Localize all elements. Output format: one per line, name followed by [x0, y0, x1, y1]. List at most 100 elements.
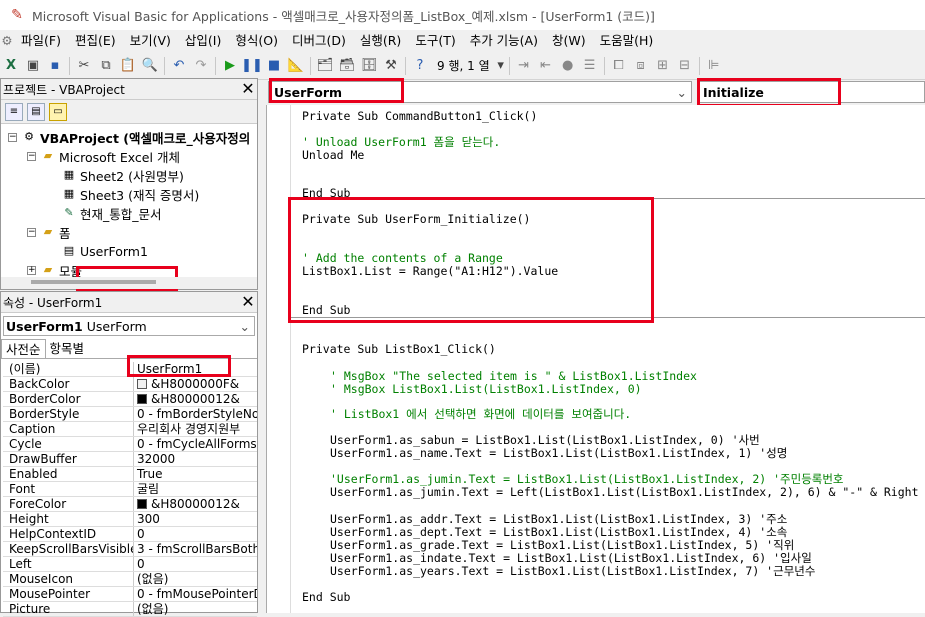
cut-icon[interactable]: ✂ [73, 55, 95, 77]
property-value[interactable]: &H80000012& [134, 392, 257, 406]
collapse-icon[interactable]: − [8, 133, 17, 142]
view-object-icon[interactable]: ▤ [27, 102, 45, 121]
tree-item-forms[interactable]: ▰ 폼 [40, 223, 71, 241]
property-row[interactable]: HelpContextID 0 [3, 527, 257, 542]
outdent-icon[interactable]: ⇤ [535, 55, 557, 77]
code-line[interactable]: Unload Me [302, 149, 364, 162]
property-row[interactable]: DrawBuffer 32000 [3, 452, 257, 467]
tree-item-sheet3[interactable]: ▦ Sheet3 (재직 증명서) [61, 185, 200, 203]
property-row[interactable]: Caption 우리회사 경영지원부 [3, 422, 257, 437]
reset-icon[interactable]: ■ [263, 55, 285, 77]
property-row[interactable]: MouseIcon (없음) [3, 572, 257, 587]
chevron-down-icon[interactable]: ⌄ [677, 85, 691, 100]
menu-tools[interactable]: 도구(T) [408, 30, 462, 51]
break-icon[interactable]: ❚❚ [241, 55, 263, 77]
align-icon[interactable]: ⊫ [703, 55, 725, 77]
menu-addins[interactable]: 추가 기능(A) [463, 30, 545, 51]
property-value[interactable]: 0 [134, 527, 257, 541]
property-row[interactable]: KeepScrollBarsVisible 3 - fmScrollBarsBot… [3, 542, 257, 557]
code-line[interactable]: UserForm1.as_name.Text = ListBox1.List(L… [330, 447, 787, 460]
tab-alphabetic[interactable]: 사전순 [1, 339, 46, 358]
toggle-folders-icon[interactable]: ▭ [49, 102, 67, 121]
scrollbar-thumb[interactable] [31, 280, 156, 284]
property-row[interactable]: Picture (없음) [3, 602, 257, 617]
property-value[interactable]: 0 [134, 557, 257, 571]
property-value[interactable]: &H8000000F& [134, 377, 257, 391]
code-comment[interactable]: ' MsgBox ListBox1.List(ListBox1.ListInde… [330, 383, 642, 396]
code-line[interactable]: Private Sub ListBox1_Click() [302, 343, 496, 356]
properties-window-icon[interactable]: 🗃 [336, 55, 358, 77]
paste-icon[interactable]: 📋 [117, 55, 139, 77]
view-code-icon[interactable]: ≡ [5, 102, 23, 121]
property-row[interactable]: Left 0 [3, 557, 257, 572]
save-icon[interactable]: ▪ [44, 55, 66, 77]
property-value[interactable]: 0 - fmMousePointerD [134, 587, 257, 601]
property-value[interactable]: 0 - fmBorderStyleNor [134, 407, 257, 421]
design-mode-icon[interactable]: 📐 [285, 55, 307, 77]
toggle-breakpoint-icon[interactable]: ● [557, 55, 579, 77]
code-line[interactable]: UserForm1.as_jumin.Text = Left(ListBox1.… [330, 486, 919, 499]
menu-format[interactable]: 형식(O) [228, 30, 285, 51]
property-row[interactable]: Enabled True [3, 467, 257, 482]
code-line[interactable]: End Sub [302, 591, 350, 604]
tree-item-excel-objects[interactable]: ▰ Microsoft Excel 개체 [40, 147, 180, 165]
tree-item-vbaproject[interactable]: ⚙ VBAProject (액셀매크로_사용자정의 [21, 128, 250, 146]
view-excel-icon[interactable]: X [0, 55, 22, 77]
tree-item-sheet2[interactable]: ▦ Sheet2 (사원명부) [61, 166, 184, 184]
code-window[interactable]: Private Sub CommandButton1_Click() ' Unl… [266, 105, 925, 613]
expand-icon[interactable]: + [27, 266, 36, 275]
property-row[interactable]: Cycle 0 - fmCycleAllForms [3, 437, 257, 452]
copy-icon[interactable]: ⧉ [95, 55, 117, 77]
tree-item-userform1[interactable]: ▤ UserForm1 [61, 242, 148, 260]
property-value[interactable]: 0 - fmCycleAllForms [134, 437, 257, 451]
redo-icon[interactable]: ↷ [190, 55, 212, 77]
help-icon[interactable]: ? [409, 55, 431, 77]
find-icon[interactable]: 🔍 [139, 55, 161, 77]
indent-icon[interactable]: ⇥ [513, 55, 535, 77]
close-icon[interactable]: ✕ [239, 80, 257, 98]
run-icon[interactable]: ▶ [219, 55, 241, 77]
property-row[interactable]: ForeColor &H80000012& [3, 497, 257, 512]
tree-item-workbook[interactable]: ✎ 현재_통합_문서 [61, 204, 161, 222]
code-line[interactable]: UserForm1.as_years.Text = ListBox1.List(… [330, 565, 815, 578]
collapse-icon[interactable]: − [27, 152, 36, 161]
property-row[interactable]: BorderColor &H80000012& [3, 392, 257, 407]
property-row[interactable]: Height 300 [3, 512, 257, 527]
menu-insert[interactable]: 삽입(I) [178, 30, 228, 51]
excel-icon[interactable]: ⚙ [0, 30, 14, 51]
property-value[interactable]: True [134, 467, 257, 481]
property-value[interactable]: 우리회사 경영지원부 [134, 422, 257, 436]
menu-view[interactable]: 보기(V) [123, 30, 178, 51]
group-icon[interactable]: ⊞ [652, 55, 674, 77]
property-value[interactable]: (없음) [134, 602, 257, 616]
tab-categorized[interactable]: 항목별 [46, 339, 89, 358]
toolbar-options-icon[interactable]: ▾ [496, 55, 506, 77]
margin-indicator-bar[interactable] [267, 105, 291, 613]
undo-icon[interactable]: ↶ [168, 55, 190, 77]
property-row[interactable]: BackColor &H8000000F& [3, 377, 257, 392]
horizontal-scrollbar[interactable] [1, 277, 257, 289]
property-value[interactable]: (없음) [134, 572, 257, 586]
menu-debug[interactable]: 디버그(D) [285, 30, 353, 51]
menu-window[interactable]: 창(W) [545, 30, 593, 51]
property-value[interactable]: 300 [134, 512, 257, 526]
code-line[interactable]: Private Sub CommandButton1_Click() [302, 110, 537, 123]
property-value[interactable]: 굴림 [134, 482, 257, 496]
object-browser-icon[interactable]: 🗄 [358, 55, 380, 77]
toolbox-icon[interactable]: ⚒ [380, 55, 402, 77]
code-comment[interactable]: ' ListBox1 에서 선택하면 화면에 데이터를 보여줍니다. [330, 408, 631, 421]
property-value[interactable]: 3 - fmScrollBarsBoth [134, 542, 257, 556]
insert-userform-icon[interactable]: ▣ [22, 55, 44, 77]
collapse-icon[interactable]: − [27, 228, 36, 237]
menu-edit[interactable]: 편집(E) [68, 30, 123, 51]
object-selector[interactable]: UserForm1 UserForm ⌄ [3, 316, 255, 336]
comment-block-icon[interactable]: ☰ [579, 55, 601, 77]
menu-file[interactable]: 파일(F) [14, 30, 68, 51]
property-value[interactable]: &H80000012& [134, 497, 257, 511]
property-row[interactable]: Font 굴림 [3, 482, 257, 497]
send-to-back-icon[interactable]: ⧈ [630, 55, 652, 77]
bring-to-front-icon[interactable]: ⧠ [608, 55, 630, 77]
ungroup-icon[interactable]: ⊟ [674, 55, 696, 77]
close-icon[interactable]: ✕ [239, 293, 257, 311]
property-row[interactable]: BorderStyle 0 - fmBorderStyleNor [3, 407, 257, 422]
